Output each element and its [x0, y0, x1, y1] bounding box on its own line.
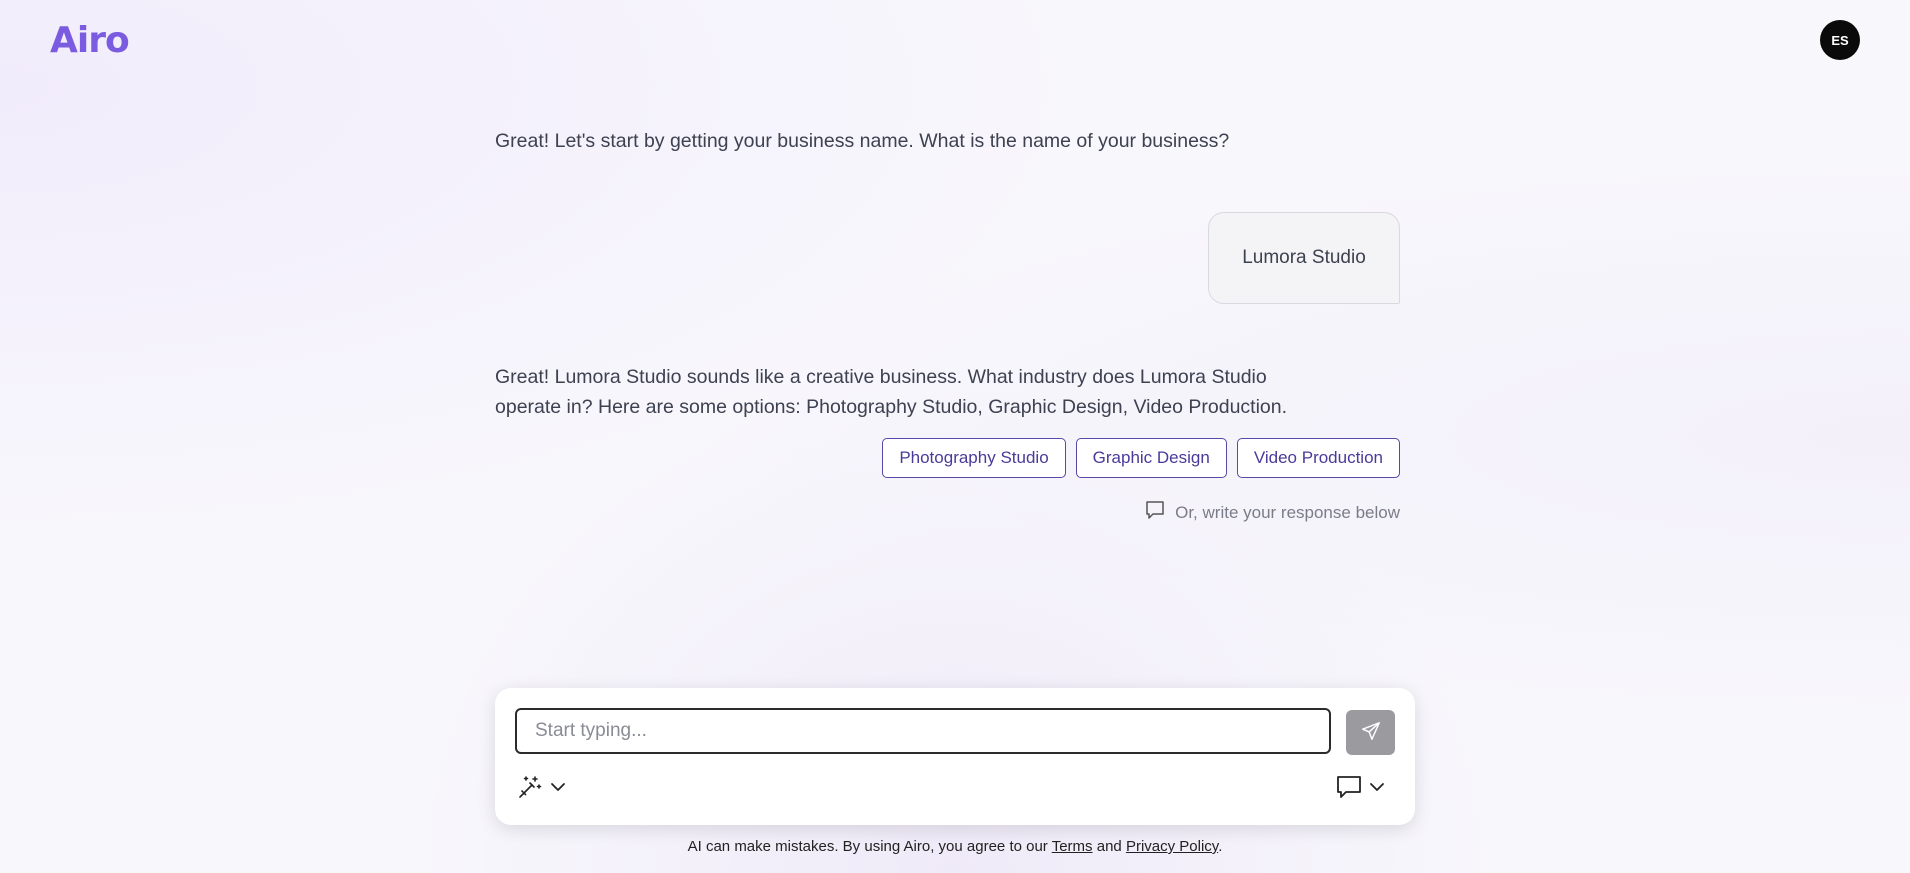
airo-logo[interactable]: Airo — [50, 20, 130, 61]
assistant-message: Great! Let's start by getting your busin… — [495, 130, 1230, 152]
send-button[interactable] — [1346, 710, 1395, 755]
user-avatar[interactable]: ES — [1820, 20, 1860, 60]
option-photography-studio[interactable]: Photography Studio — [882, 438, 1066, 478]
disclaimer-text: AI can make mistakes. By using Airo, you… — [687, 838, 1048, 855]
terms-link[interactable]: Terms — [1052, 838, 1093, 855]
privacy-policy-link[interactable]: Privacy Policy — [1126, 838, 1218, 855]
chat-bubble-icon — [1336, 774, 1362, 805]
period-text: . — [1218, 838, 1223, 855]
option-video-production[interactable]: Video Production — [1236, 438, 1400, 478]
suggested-options: Photography Studio Graphic Design Video … — [882, 438, 1400, 478]
write-hint-text: Or, write your response below — [1175, 502, 1400, 522]
user-message: Lumora Studio — [1208, 212, 1400, 304]
disclaimer-footer: AI can make mistakes. By using Airo, you… — [0, 838, 1910, 855]
chevron-down-icon — [1368, 778, 1386, 801]
and-text: and — [1096, 838, 1122, 855]
option-graphic-design[interactable]: Graphic Design — [1075, 438, 1227, 478]
composer — [495, 688, 1415, 825]
chevron-down-icon — [549, 778, 567, 801]
write-response-hint: Or, write your response below — [1145, 500, 1400, 525]
chat-mode-dropdown[interactable] — [1336, 774, 1386, 805]
send-icon — [1360, 720, 1382, 745]
magic-wand-icon — [517, 774, 543, 805]
assistant-message: Great! Lumora Studio sounds like a creat… — [495, 366, 1288, 418]
chat-bubble-icon — [1145, 500, 1165, 525]
magic-tools-dropdown[interactable] — [517, 774, 567, 805]
message-input[interactable] — [515, 708, 1331, 754]
